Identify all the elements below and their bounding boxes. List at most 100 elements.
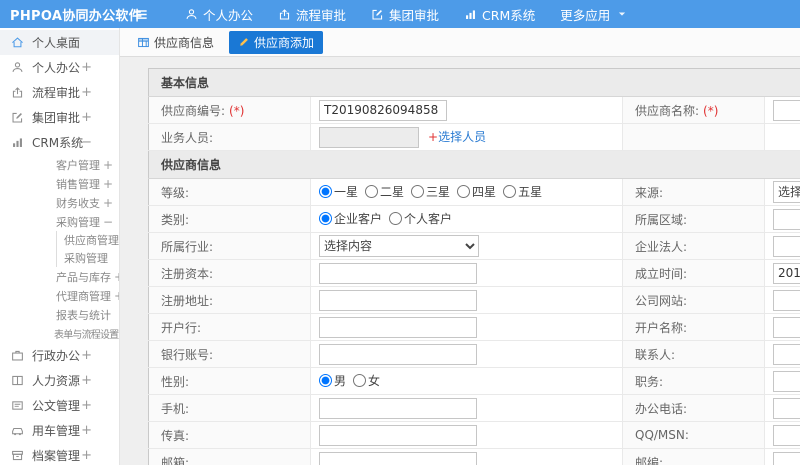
radio-input[interactable] — [319, 212, 332, 225]
tab-supplier-add[interactable]: 供应商添加 — [229, 30, 324, 54]
radio-option-level[interactable]: 一星 — [319, 183, 358, 200]
select-input[interactable]: 选择内容 — [773, 181, 800, 203]
radio-option-level[interactable]: 四星 — [457, 183, 496, 200]
sidebar-item-crm-system[interactable]: CRM系统 − — [0, 130, 119, 155]
hamburger-menu-icon[interactable] — [122, 7, 160, 22]
sidebar-item-workflow-approval[interactable]: 流程审批 + — [0, 80, 119, 105]
radio-option-category[interactable]: 个人客户 — [389, 210, 452, 227]
text-input[interactable] — [773, 235, 800, 257]
form-row: 供应商编号:(*)供应商名称:(*) — [148, 96, 800, 124]
expand-toggle-icon[interactable]: + — [81, 398, 92, 413]
sidebar-item-label: 个人办公 — [32, 61, 81, 75]
sidebar-subitem-product-inventory[interactable]: 产品与库存+ — [0, 267, 119, 286]
topnav-item-crm-system[interactable]: CRM系统 — [464, 5, 535, 24]
radio-option-level[interactable]: 二星 — [365, 183, 404, 200]
radio-option-category[interactable]: 企业客户 — [319, 210, 382, 227]
form-field-cell — [310, 286, 623, 314]
text-input[interactable] — [319, 316, 477, 338]
radio-input[interactable] — [319, 374, 332, 387]
radio-option-gender[interactable]: 男 — [319, 372, 346, 389]
sidebar-item-group-approval[interactable]: 集团审批 + — [0, 105, 119, 130]
expand-toggle-icon[interactable]: + — [111, 289, 119, 303]
form-field-cell: 选择内容 — [764, 178, 800, 206]
text-input[interactable] — [773, 370, 800, 392]
form-field-cell — [764, 448, 800, 465]
radio-input[interactable] — [365, 185, 379, 198]
radio-input[interactable] — [457, 185, 471, 198]
sidebar-subsubitem-procurement-mgmt[interactable]: 采购管理 — [57, 249, 119, 267]
select-input[interactable]: 选择内容 — [319, 235, 479, 257]
expand-toggle-icon[interactable]: + — [100, 177, 113, 191]
sidebar-subitem-form-workflow-settings[interactable]: 表单与流程设置+ — [0, 324, 119, 343]
expand-toggle-icon[interactable]: − — [100, 215, 113, 229]
expand-toggle-icon[interactable]: + — [81, 448, 92, 463]
radio-option-level[interactable]: 五星 — [503, 183, 542, 200]
radio-option-gender[interactable]: 女 — [353, 372, 380, 389]
expand-toggle-icon[interactable]: + — [100, 196, 113, 210]
text-input[interactable] — [773, 397, 800, 419]
text-input[interactable] — [773, 316, 800, 338]
topnav-item-personal-office[interactable]: 个人办公 — [185, 5, 253, 24]
pencil-icon — [238, 36, 250, 48]
sidebar-subitem-agent-mgmt[interactable]: 代理商管理+ — [0, 286, 119, 305]
radio-input[interactable] — [503, 185, 517, 198]
sidebar-subsubitem-label: 供应商管理 — [64, 234, 119, 247]
radio-input[interactable] — [389, 212, 403, 225]
text-input[interactable] — [773, 451, 800, 465]
select-person-link[interactable]: +选择人员 — [428, 130, 486, 144]
expand-toggle-icon[interactable]: + — [81, 60, 92, 75]
expand-toggle-icon[interactable]: + — [100, 158, 113, 172]
sidebar-item-vehicle-mgmt[interactable]: 用车管理 + — [0, 418, 119, 443]
text-input[interactable] — [773, 262, 800, 284]
radio-input[interactable] — [411, 185, 425, 198]
form-field-cell — [764, 394, 800, 422]
main-content: 供应商信息供应商添加 基本信息供应商编号:(*)供应商名称:(*)业务人员:+选… — [120, 28, 800, 465]
text-input[interactable] — [773, 343, 800, 365]
text-input[interactable] — [319, 397, 477, 419]
sidebar-subitem-customer-mgmt[interactable]: 客户管理 + — [0, 155, 119, 174]
topnav-item-group-approval[interactable]: 集团审批 — [371, 5, 439, 24]
tab-supplier-info[interactable]: 供应商信息 — [131, 31, 220, 54]
sidebar-subitem-finance-income-expense[interactable]: 财务收支 + — [0, 193, 119, 212]
sidebar-item-archive-mgmt[interactable]: 档案管理 + — [0, 443, 119, 465]
tab-label: 供应商信息 — [154, 35, 215, 50]
topnav-item-workflow-approval[interactable]: 流程审批 — [278, 5, 346, 24]
text-input[interactable] — [319, 99, 447, 121]
sidebar-item-document-mgmt[interactable]: 公文管理 + — [0, 393, 119, 418]
sidebar-item-personal-office[interactable]: 个人办公 + — [0, 55, 119, 80]
text-input[interactable] — [773, 424, 800, 446]
form-label-cell: 业务人员: — [148, 123, 311, 151]
radio-input[interactable] — [353, 374, 367, 387]
radio-option-label: 女 — [368, 374, 381, 388]
text-input[interactable] — [773, 289, 800, 311]
radio-input[interactable] — [319, 185, 332, 198]
sidebar-subitem-report-statistics[interactable]: 报表与统计 — [0, 305, 119, 324]
expand-toggle-icon[interactable]: − — [81, 135, 92, 150]
expand-toggle-icon[interactable]: + — [81, 423, 92, 438]
form-field-cell: 一星 二星 三星 四星 五星 — [310, 178, 623, 206]
topnav-item-more-apps[interactable]: 更多应用 — [560, 5, 627, 24]
topnav-item-label: 流程审批 — [296, 7, 347, 23]
sidebar-subitem-purchase-mgmt[interactable]: 采购管理 − — [0, 212, 119, 231]
text-input[interactable] — [773, 99, 800, 121]
expand-toggle-icon[interactable]: + — [81, 348, 92, 363]
sidebar-subsubitem-supplier-mgmt[interactable]: 供应商管理 — [57, 231, 119, 249]
sidebar-item-personal-desktop[interactable]: 个人桌面 — [0, 30, 119, 55]
text-input[interactable] — [319, 451, 477, 465]
expand-toggle-icon[interactable]: + — [81, 373, 92, 388]
expand-toggle-icon[interactable]: + — [111, 270, 119, 284]
expand-toggle-icon[interactable]: + — [81, 110, 92, 125]
required-marker: (*) — [229, 103, 245, 118]
sidebar-item-human-resources[interactable]: 人力资源 + — [0, 368, 119, 393]
text-input[interactable] — [319, 424, 477, 446]
text-input[interactable] — [319, 126, 419, 148]
sidebar-subitem-sales-mgmt[interactable]: 销售管理 + — [0, 174, 119, 193]
text-input[interactable] — [319, 262, 477, 284]
text-input[interactable] — [773, 208, 800, 230]
expand-toggle-icon[interactable]: + — [81, 85, 92, 100]
sidebar-item-admin-office[interactable]: 行政办公 + — [0, 343, 119, 368]
text-input[interactable] — [319, 289, 477, 311]
radio-option-level[interactable]: 三星 — [411, 183, 450, 200]
text-input[interactable] — [319, 343, 477, 365]
field-label: 职务: — [635, 374, 664, 389]
